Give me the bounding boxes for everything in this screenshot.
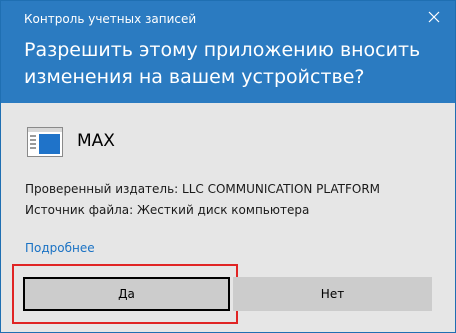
prompt-question: Разрешить этому приложению вносить измен… (24, 39, 421, 88)
dialog-header: Контроль учетных записей Разрешить этому… (1, 1, 455, 103)
close-button[interactable] (421, 5, 447, 29)
yes-button[interactable]: Да (23, 277, 230, 311)
close-icon (428, 11, 440, 23)
publisher-text: Проверенный издатель: LLC COMMUNICATION … (25, 182, 381, 196)
no-button[interactable]: Нет (233, 277, 432, 311)
application-window-icon (27, 127, 63, 157)
window-title: Контроль учетных записей (24, 12, 197, 26)
file-source-text: Источник файла: Жесткий диск компьютера (25, 203, 310, 217)
more-details-link[interactable]: Подробнее (25, 240, 95, 256)
uac-dialog: Контроль учетных записей Разрешить этому… (0, 0, 456, 333)
app-name: MAX (77, 131, 115, 151)
